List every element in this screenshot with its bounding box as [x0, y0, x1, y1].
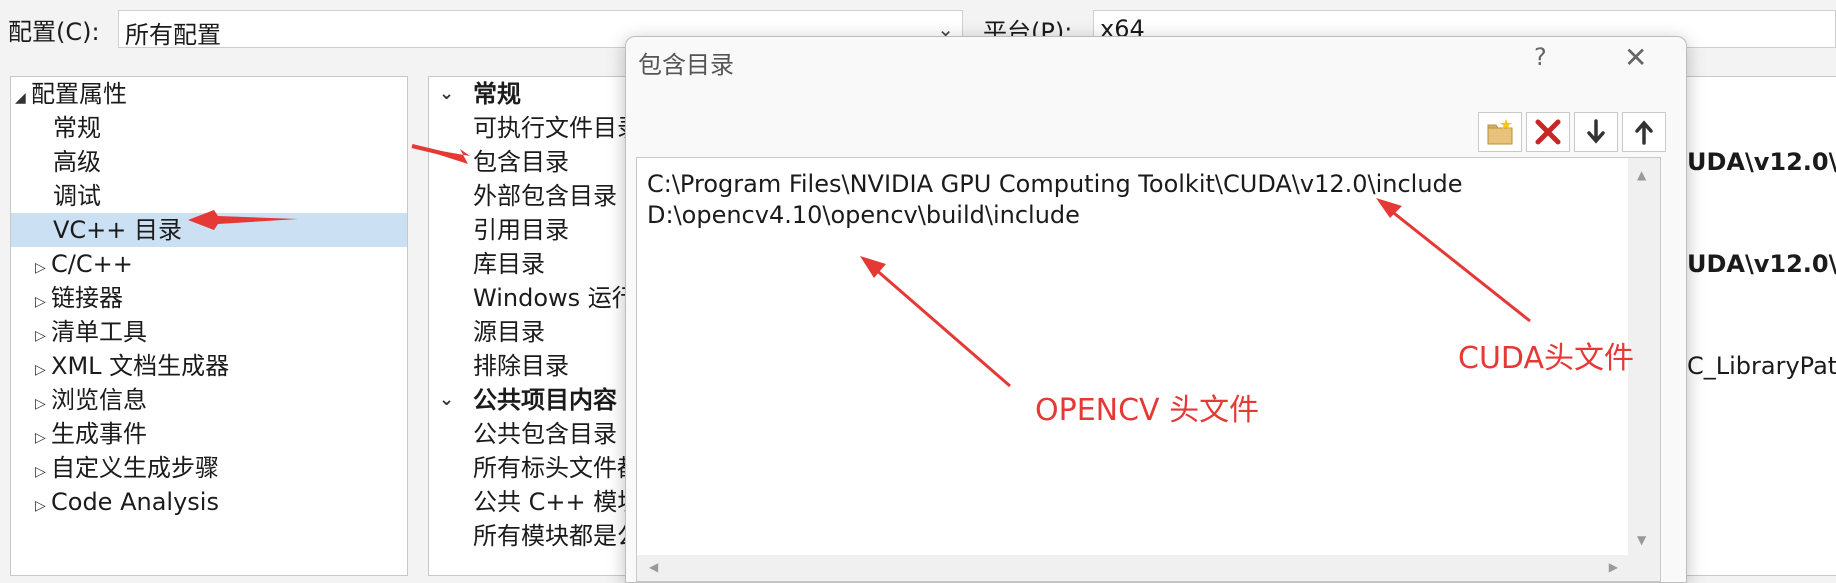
arrow-to-opencv-path: [860, 256, 1011, 388]
annotation-cuda: CUDA头文件: [1458, 341, 1635, 376]
annotation-opencv: OPENCV 头文件: [1035, 393, 1260, 428]
arrow-to-vc-directories: [188, 210, 298, 230]
annotation-arrows: [188, 144, 1531, 388]
arrow-to-include-dirs: [411, 144, 470, 164]
arrow-to-cuda-path: [1376, 198, 1531, 323]
